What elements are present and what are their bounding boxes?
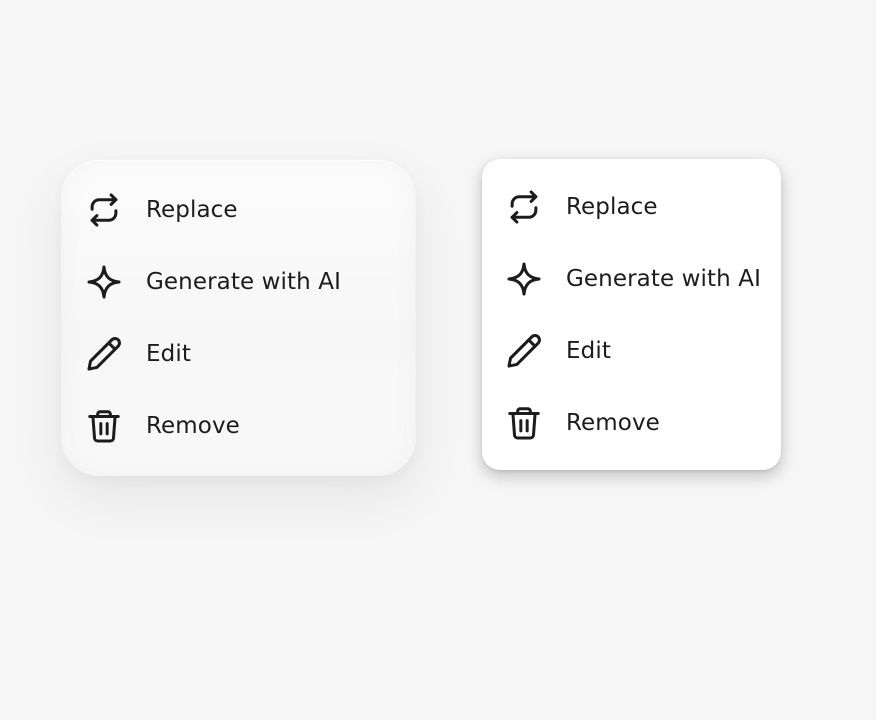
menu-item-remove[interactable]: Remove	[62, 390, 415, 462]
menu-item-generate-with-ai[interactable]: Generate with AI	[482, 243, 781, 315]
menu-item-generate-with-ai[interactable]: Generate with AI	[62, 246, 415, 318]
context-menu-flat: Replace Generate with AI Edit Remove	[482, 159, 781, 470]
menu-item-edit[interactable]: Edit	[482, 315, 781, 387]
sparkle-icon	[84, 262, 124, 302]
trash-icon	[504, 403, 544, 443]
menu-item-label: Edit	[566, 337, 611, 364]
menu-item-label: Replace	[566, 193, 658, 220]
trash-icon	[84, 406, 124, 446]
menu-item-edit[interactable]: Edit	[62, 318, 415, 390]
context-menu-soft: Replace Generate with AI Edit Remove	[61, 159, 416, 476]
sparkle-icon	[504, 259, 544, 299]
menu-item-label: Generate with AI	[146, 268, 341, 295]
menu-item-label: Remove	[566, 409, 660, 436]
menu-item-label: Generate with AI	[566, 265, 761, 292]
menu-item-label: Remove	[146, 412, 240, 439]
menu-item-replace[interactable]: Replace	[482, 171, 781, 243]
pencil-icon	[504, 331, 544, 371]
menu-item-remove[interactable]: Remove	[482, 387, 781, 459]
menu-item-label: Replace	[146, 196, 238, 223]
menu-item-replace[interactable]: Replace	[62, 174, 415, 246]
replace-icon	[84, 190, 124, 230]
pencil-icon	[84, 334, 124, 374]
replace-icon	[504, 187, 544, 227]
menu-item-label: Edit	[146, 340, 191, 367]
